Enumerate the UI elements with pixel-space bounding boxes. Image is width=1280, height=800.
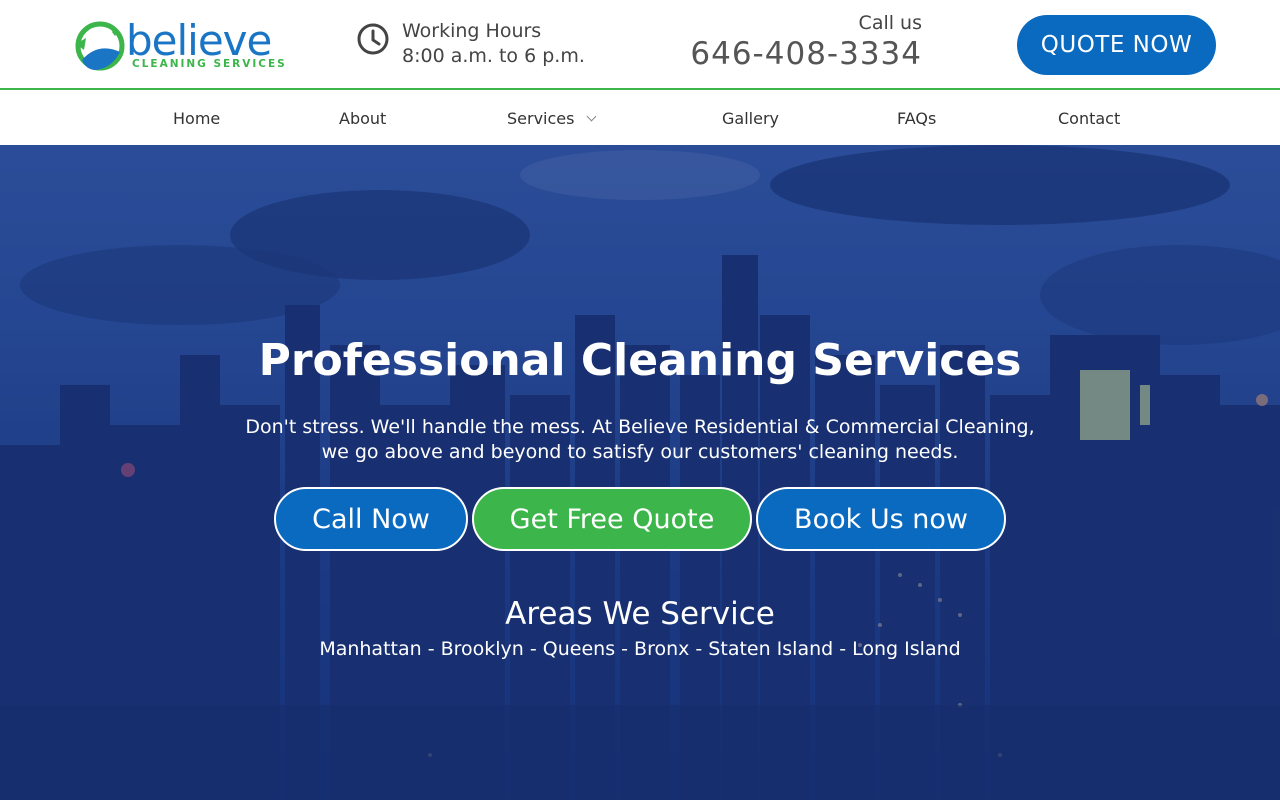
hero-title: Professional Cleaning Services bbox=[258, 335, 1022, 386]
hours-title: Working Hours bbox=[402, 20, 542, 42]
areas-list: Manhattan - Brooklyn - Queens - Bronx - … bbox=[319, 638, 961, 660]
nav-item-gallery[interactable]: Gallery bbox=[722, 109, 779, 128]
hours-time: 8:00 a.m. to 6 p.m. bbox=[402, 45, 585, 67]
nav-item-about[interactable]: About bbox=[339, 109, 386, 128]
get-free-quote-button[interactable]: Get Free Quote bbox=[472, 487, 752, 551]
hero-section: Professional Cleaning Services Don't str… bbox=[0, 145, 1280, 800]
main-nav: Home About Services Gallery FAQs Contact bbox=[0, 92, 1280, 145]
hero-subtitle-line-2: we go above and beyond to satisfy our cu… bbox=[321, 441, 959, 463]
logo-tagline: CLEANING SERVICES bbox=[132, 58, 287, 70]
areas-title: Areas We Service bbox=[505, 596, 775, 632]
nav-item-contact[interactable]: Contact bbox=[1058, 109, 1120, 128]
hero-subtitle-line-1: Don't stress. We'll handle the mess. At … bbox=[245, 416, 1035, 438]
nav-item-home[interactable]: Home bbox=[173, 109, 220, 128]
nav-item-services[interactable]: Services bbox=[507, 109, 597, 128]
hero-subtitle: Don't stress. We'll handle the mess. At … bbox=[240, 415, 1040, 465]
site-header: believe CLEANING SERVICES Working Hours … bbox=[0, 0, 1280, 90]
logo-mark-icon bbox=[75, 21, 125, 71]
nav-item-faqs[interactable]: FAQs bbox=[897, 109, 936, 128]
phone-number[interactable]: 646-408-3334 bbox=[690, 36, 922, 72]
clock-icon bbox=[357, 23, 389, 55]
book-us-now-button[interactable]: Book Us now bbox=[756, 487, 1006, 551]
logo[interactable]: believe CLEANING SERVICES bbox=[68, 16, 288, 74]
chevron-down-icon bbox=[587, 111, 597, 122]
nav-item-services-label: Services bbox=[507, 109, 575, 128]
call-us: Call us 646-408-3334 bbox=[690, 12, 922, 72]
call-now-button[interactable]: Call Now bbox=[274, 487, 468, 551]
quote-now-button[interactable]: QUOTE NOW bbox=[1017, 15, 1216, 75]
call-us-label: Call us bbox=[858, 12, 922, 34]
hero-overlay bbox=[0, 145, 1280, 800]
